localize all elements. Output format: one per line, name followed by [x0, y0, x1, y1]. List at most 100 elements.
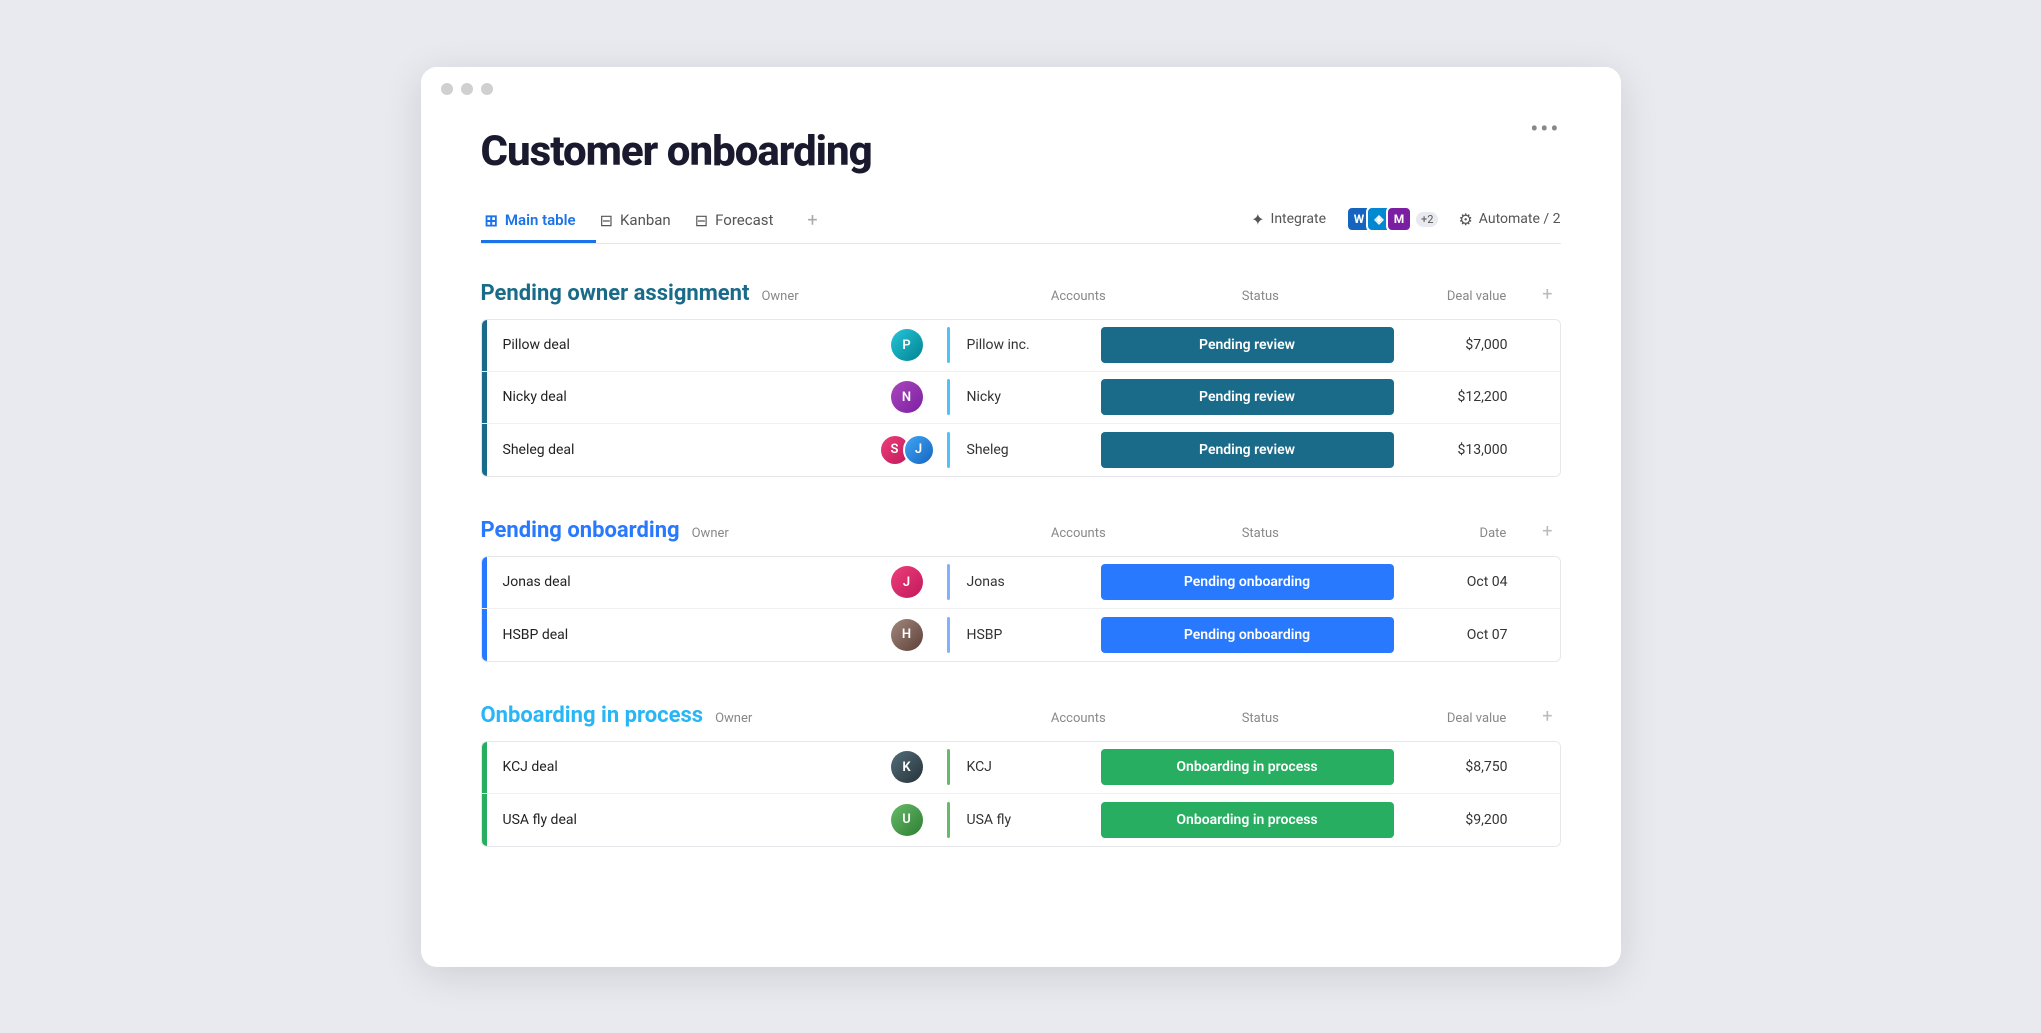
col-accounts-1: Accounts: [1038, 289, 1118, 304]
row-name: USA fly deal: [487, 802, 867, 838]
automate-icon: ⚙: [1458, 210, 1472, 229]
status-cell: Pending onboarding: [1091, 558, 1404, 606]
col-status-2: Status: [1130, 526, 1390, 541]
dot-red: [441, 83, 453, 95]
avatar: H: [891, 619, 923, 651]
col-dealvalue-3: Deal value: [1402, 711, 1522, 726]
status-cell: Pending review: [1091, 373, 1404, 421]
status-cell: Pending review: [1091, 426, 1404, 474]
account-cell: USA fly: [951, 802, 1091, 838]
avatar-group: S J: [879, 434, 935, 466]
table-row: Nicky deal N Nicky Pending review $12,20…: [482, 372, 1560, 424]
account-cell: HSBP: [951, 617, 1091, 653]
automate-label: Automate / 2: [1479, 211, 1561, 227]
kanban-icon: ⊟: [600, 211, 613, 230]
tabs-bar: ⊞ Main table ⊟ Kanban ⊟ Forecast + ✦ Int…: [481, 200, 1561, 244]
table-pending-onboarding: Jonas deal J Jonas Pending onboarding Oc…: [481, 556, 1561, 662]
group-title-pending-onboarding: Pending onboarding: [481, 518, 680, 543]
value-cell: $13,000: [1404, 432, 1524, 468]
add-tab-button[interactable]: +: [793, 200, 831, 244]
row-name: Sheleg deal: [487, 432, 867, 468]
col-accounts-2: Accounts: [1038, 526, 1118, 541]
table-pending-owner: Pillow deal P Pillow inc. Pending review…: [481, 319, 1561, 477]
group-pending-onboarding: Pending onboarding Owner Accounts Status…: [481, 513, 1561, 662]
browser-chrome: [421, 67, 1621, 107]
status-badge: Onboarding in process: [1101, 802, 1394, 838]
add-col-button-1[interactable]: +: [1534, 276, 1560, 313]
add-col-button-2[interactable]: +: [1534, 513, 1560, 550]
row-name: HSBP deal: [487, 617, 867, 653]
status-badge: Pending onboarding: [1101, 564, 1394, 600]
group-pending-owner: Pending owner assignment Owner Accounts …: [481, 276, 1561, 477]
account-cell: KCJ: [951, 749, 1091, 785]
dot-green: [481, 83, 493, 95]
apps-badge: +2: [1416, 212, 1438, 227]
owner-cell: J: [867, 562, 947, 602]
table-row: Pillow deal P Pillow inc. Pending review…: [482, 320, 1560, 372]
group-header-onboarding-process: Onboarding in process Owner Accounts Sta…: [481, 698, 1561, 735]
group-subtitle-pending-owner: Owner: [761, 289, 798, 304]
row-name: Nicky deal: [487, 379, 867, 415]
avatar: N: [891, 381, 923, 413]
value-cell: $8,750: [1404, 749, 1524, 785]
owner-cell: K: [867, 747, 947, 787]
status-badge: Pending review: [1101, 327, 1394, 363]
value-cell: $9,200: [1404, 802, 1524, 838]
avatar: J: [903, 434, 935, 466]
group-header-pending-onboarding: Pending onboarding Owner Accounts Status…: [481, 513, 1561, 550]
tab-kanban-label: Kanban: [620, 211, 671, 229]
status-badge: Pending review: [1101, 379, 1394, 415]
row-name: Pillow deal: [487, 327, 867, 363]
more-options-button[interactable]: •••: [1530, 115, 1560, 143]
dot-yellow: [461, 83, 473, 95]
value-cell: $12,200: [1404, 379, 1524, 415]
add-col-button-3[interactable]: +: [1534, 698, 1560, 735]
status-cell: Pending onboarding: [1091, 611, 1404, 659]
status-badge: Pending review: [1101, 432, 1394, 468]
account-cell: Jonas: [951, 564, 1091, 600]
page-title: Customer onboarding: [481, 127, 1561, 176]
owner-cell: P: [867, 325, 947, 365]
owner-cell: U: [867, 800, 947, 840]
automate-button[interactable]: ⚙ Automate / 2: [1458, 210, 1560, 229]
group-header-pending-owner: Pending owner assignment Owner Accounts …: [481, 276, 1561, 313]
status-cell: Pending review: [1091, 321, 1404, 369]
group-subtitle-onboarding-process: Owner: [715, 711, 752, 726]
integrate-icon: ✦: [1251, 210, 1264, 229]
tab-forecast-label: Forecast: [715, 211, 773, 229]
browser-window: Customer onboarding ••• ⊞ Main table ⊟ K…: [421, 67, 1621, 967]
owner-cell: H: [867, 615, 947, 655]
tab-kanban[interactable]: ⊟ Kanban: [596, 201, 691, 243]
integrate-button[interactable]: ✦ Integrate: [1251, 210, 1326, 229]
col-dealvalue-1: Deal value: [1402, 289, 1522, 304]
owner-cell: N: [867, 377, 947, 417]
account-cell: Nicky: [951, 379, 1091, 415]
toolbar-right: ✦ Integrate W ◈ M +2 ⚙ Automate / 2: [1251, 206, 1560, 236]
table-onboarding-process: KCJ deal K KCJ Onboarding in process $8,…: [481, 741, 1561, 847]
value-cell: Oct 07: [1404, 617, 1524, 653]
tab-main-table-label: Main table: [505, 211, 576, 229]
table-row: Jonas deal J Jonas Pending onboarding Oc…: [482, 557, 1560, 609]
account-cell: Sheleg: [951, 432, 1091, 468]
tab-forecast[interactable]: ⊟ Forecast: [691, 201, 794, 243]
status-badge: Pending onboarding: [1101, 617, 1394, 653]
forecast-icon: ⊟: [695, 211, 708, 230]
group-title-onboarding-process: Onboarding in process: [481, 703, 704, 728]
owner-cell: S J: [867, 430, 947, 470]
group-title-pending-owner: Pending owner assignment: [481, 281, 750, 306]
table-row: Sheleg deal S J Sheleg Pending review: [482, 424, 1560, 476]
app-icons-group: W ◈ M +2: [1346, 206, 1438, 232]
col-status-1: Status: [1130, 289, 1390, 304]
status-cell: Onboarding in process: [1091, 743, 1404, 791]
avatar: J: [891, 566, 923, 598]
main-table-icon: ⊞: [485, 211, 498, 230]
group-subtitle-pending-onboarding: Owner: [692, 526, 729, 541]
tab-main-table[interactable]: ⊞ Main table: [481, 201, 596, 243]
avatar: K: [891, 751, 923, 783]
status-badge: Onboarding in process: [1101, 749, 1394, 785]
avatar: P: [891, 329, 923, 361]
status-cell: Onboarding in process: [1091, 796, 1404, 844]
col-date-2: Date: [1402, 526, 1522, 541]
col-accounts-3: Accounts: [1038, 711, 1118, 726]
account-cell: Pillow inc.: [951, 327, 1091, 363]
